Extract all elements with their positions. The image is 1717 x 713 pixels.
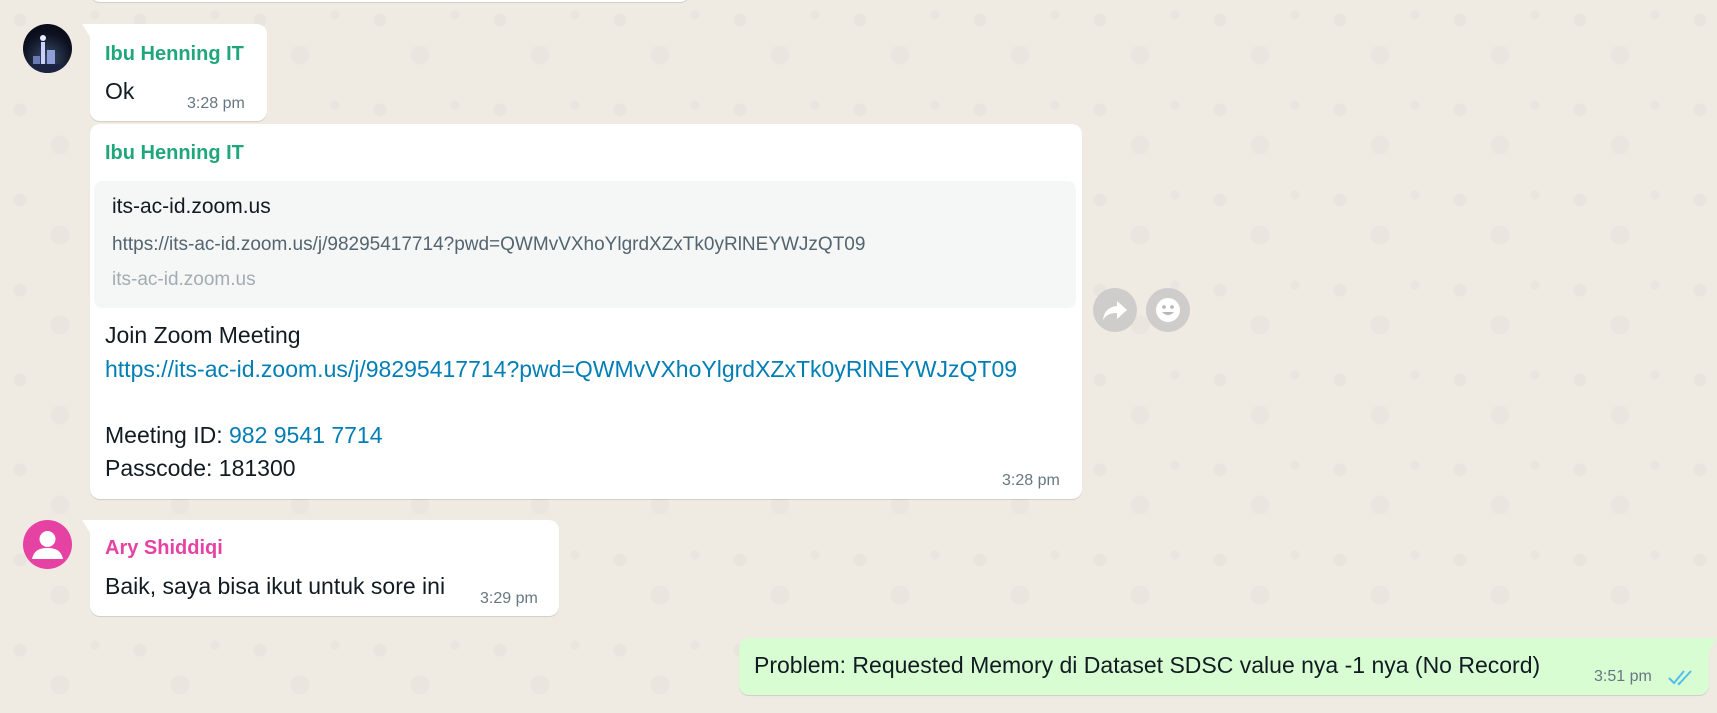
avatar-photo-icon	[23, 35, 72, 73]
meeting-link[interactable]: https://its-ac-id.zoom.us/j/98295417714?…	[105, 356, 1017, 383]
message-text: Problem: Requested Memory di Dataset SDS…	[754, 652, 1541, 678]
outgoing-message-bubble[interactable]: Problem: Requested Memory di Dataset SDS…	[739, 638, 1717, 695]
forward-button[interactable]	[1093, 288, 1137, 332]
passcode-text: Passcode: 181300	[105, 455, 296, 481]
sender-name[interactable]: Ibu Henning IT	[105, 142, 244, 165]
forward-icon	[1103, 301, 1127, 320]
sender-name[interactable]: Ibu Henning IT	[105, 43, 244, 66]
message-bubble[interactable]: Ibu Henning IT Ok 3:28 pm	[82, 24, 267, 121]
react-button[interactable]	[1146, 288, 1190, 332]
default-user-icon	[32, 531, 63, 559]
sender-name[interactable]: Ary Shiddiqi	[105, 537, 223, 560]
message-time: 3:29 pm	[480, 590, 538, 607]
link-preview-domain: its-ac-id.zoom.us	[112, 269, 256, 290]
avatar-ibu-henning[interactable]	[23, 24, 72, 73]
meeting-id-label: Meeting ID:	[105, 422, 229, 448]
previous-message-bubble	[90, 0, 690, 2]
avatar-ary-shiddiqi[interactable]	[23, 520, 72, 569]
meeting-id-phone-link[interactable]: 982 9541 7714	[229, 422, 383, 448]
message-time: 3:51 pm	[1594, 668, 1652, 685]
message-text: Baik, saya bisa ikut untuk sore ini	[105, 573, 446, 599]
message-time: 3:28 pm	[187, 95, 245, 112]
link-preview-url: https://its-ac-id.zoom.us/j/98295417714?…	[112, 234, 866, 255]
meeting-id-line: Meeting ID: 982 9541 7714	[105, 422, 383, 449]
link-preview-title: its-ac-id.zoom.us	[112, 195, 271, 218]
message-bubble[interactable]: Ary Shiddiqi Baik, saya bisa ikut untuk …	[82, 520, 559, 616]
emoji-icon	[1156, 298, 1180, 322]
message-text: Join Zoom Meeting	[105, 322, 301, 348]
message-time: 3:28 pm	[1002, 472, 1060, 489]
message-text: Ok	[105, 78, 135, 104]
link-preview[interactable]: its-ac-id.zoom.us https://its-ac-id.zoom…	[94, 181, 1076, 308]
double-check-icon	[1668, 670, 1692, 686]
